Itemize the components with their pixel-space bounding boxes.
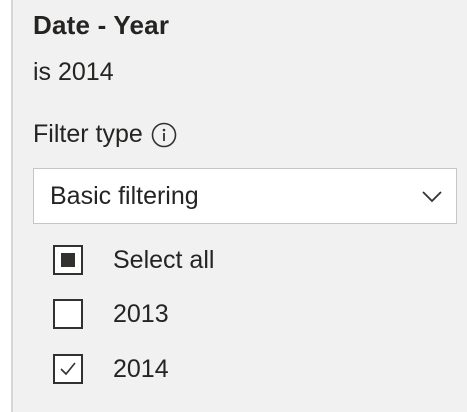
option-select-all[interactable]: Select all <box>53 238 433 282</box>
filter-type-dropdown[interactable]: Basic filtering <box>33 168 457 224</box>
filter-title: Date - Year <box>33 10 170 40</box>
filter-type-label: Filter type <box>33 120 143 148</box>
option-label: 2014 <box>113 354 169 383</box>
indeterminate-mark <box>61 253 75 267</box>
info-icon[interactable] <box>151 122 177 148</box>
option-label: Select all <box>113 245 215 274</box>
filter-card: Date - Year is 2014 Filter type Basic fi… <box>23 0 467 412</box>
filter-type-row: Filter type <box>33 120 177 149</box>
option-2014[interactable]: 2014 <box>53 347 433 391</box>
option-label: 2013 <box>113 299 169 328</box>
filter-summary: is 2014 <box>33 58 114 86</box>
checkbox-checked[interactable] <box>53 354 83 384</box>
checkmark-icon <box>60 362 76 376</box>
filter-type-selected: Basic filtering <box>50 181 199 210</box>
chevron-down-icon <box>420 184 444 208</box>
filters-pane: Date - Year is 2014 Filter type Basic fi… <box>11 0 467 412</box>
checkbox-unchecked[interactable] <box>53 299 83 329</box>
option-2013[interactable]: 2013 <box>53 292 433 336</box>
checkbox-indeterminate[interactable] <box>53 245 83 275</box>
